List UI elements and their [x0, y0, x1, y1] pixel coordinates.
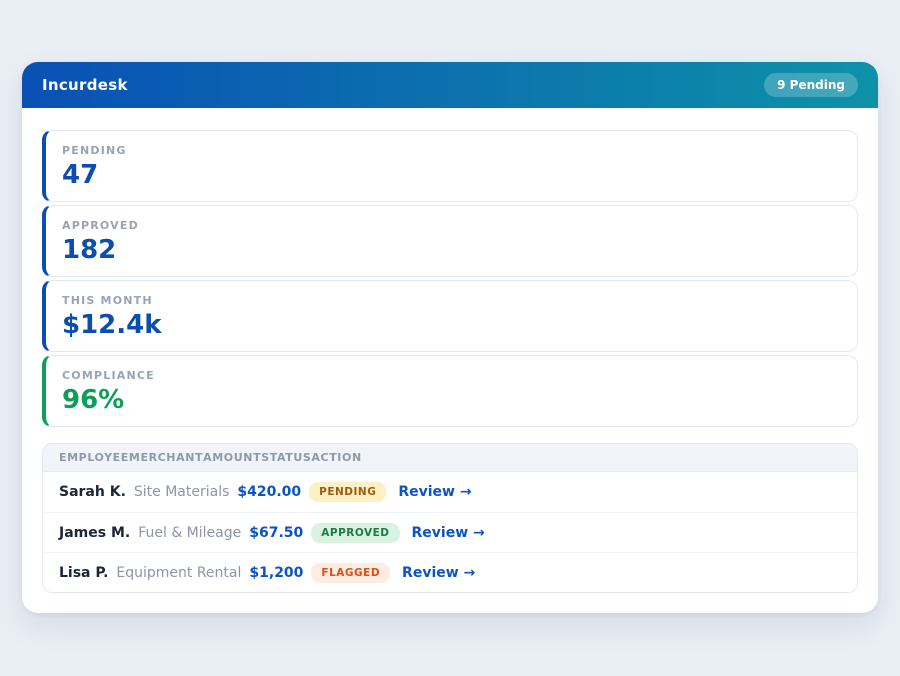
stat-value: 182	[62, 236, 841, 265]
stat-value: 96%	[62, 386, 841, 415]
stat-label: COMPLIANCE	[62, 369, 841, 382]
stat-card-this-month: THIS MONTH $12.4k	[42, 280, 858, 352]
stat-label: APPROVED	[62, 219, 841, 232]
review-link[interactable]: Review →	[402, 565, 475, 581]
expense-amount: $67.50	[249, 525, 303, 541]
column-header-employee: EMPLOYEE	[59, 451, 129, 464]
status-badge: PENDING	[309, 482, 386, 502]
review-link[interactable]: Review →	[412, 525, 485, 541]
pending-count-badge: 9 Pending	[764, 73, 858, 97]
app-title: Incurdesk	[42, 76, 128, 94]
stat-card-pending: PENDING 47	[42, 130, 858, 202]
status-badge: FLAGGED	[311, 563, 390, 583]
status-badge: APPROVED	[311, 523, 399, 543]
employee-name: James M.	[59, 525, 130, 541]
table-row: James M. Fuel & Mileage $67.50 APPROVED …	[43, 512, 857, 552]
expense-amount: $420.00	[237, 484, 301, 500]
incurdesk-card: Incurdesk 9 Pending PENDING 47 APPROVED …	[22, 62, 878, 613]
stat-value: $12.4k	[62, 311, 841, 340]
table-row: Sarah K. Site Materials $420.00 PENDING …	[43, 472, 857, 512]
stat-value: 47	[62, 161, 841, 190]
column-header-amount: AMOUNT	[203, 451, 261, 464]
employee-name: Sarah K.	[59, 484, 126, 500]
column-header-action: ACTION	[311, 451, 361, 464]
employee-name: Lisa P.	[59, 565, 108, 581]
table-row: Lisa P. Equipment Rental $1,200 FLAGGED …	[43, 552, 857, 592]
merchant-name: Equipment Rental	[116, 565, 241, 581]
stat-label: THIS MONTH	[62, 294, 841, 307]
expenses-table: EMPLOYEEMERCHANTAMOUNTSTATUSACTION Sarah…	[42, 443, 858, 593]
expense-amount: $1,200	[249, 565, 303, 581]
column-header-status: STATUS	[261, 451, 311, 464]
merchant-name: Fuel & Mileage	[138, 525, 241, 541]
merchant-name: Site Materials	[134, 484, 230, 500]
main-content: PENDING 47 APPROVED 182 THIS MONTH $12.4…	[22, 108, 878, 613]
stat-card-compliance: COMPLIANCE 96%	[42, 355, 858, 427]
stat-card-approved: APPROVED 182	[42, 205, 858, 277]
stat-label: PENDING	[62, 144, 841, 157]
column-header-merchant: MERCHANT	[129, 451, 203, 464]
app-header: Incurdesk 9 Pending	[22, 62, 878, 108]
table-header-row: EMPLOYEEMERCHANTAMOUNTSTATUSACTION	[43, 444, 857, 472]
review-link[interactable]: Review →	[398, 484, 471, 500]
